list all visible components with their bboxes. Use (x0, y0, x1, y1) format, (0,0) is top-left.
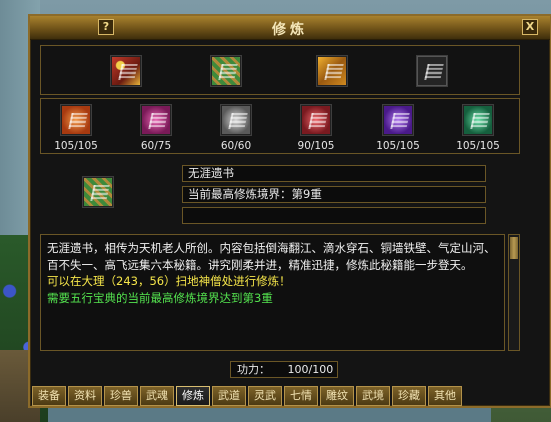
book-count-5: 105/105 (376, 140, 420, 152)
scroll-bundle-icon (83, 177, 113, 207)
top-slot-3[interactable] (316, 55, 348, 87)
martial-book-icon (141, 105, 171, 135)
power-value: 100/100 (287, 363, 334, 376)
book-slot-4[interactable] (300, 104, 332, 136)
martial-book-icon (383, 105, 413, 135)
tab-cultivation[interactable]: 修炼 (176, 386, 210, 406)
book-description: 无涯遗书，相传为天机老人所创。内容包括倒海翻江、滴水穿石、铜墙铁壁、气定山河、百… (40, 234, 505, 351)
book-stack-icon (111, 56, 141, 86)
book-count-6: 105/105 (456, 140, 500, 152)
description-location: 可以在大理（243，56）扫地神僧处进行修炼！ (47, 274, 291, 288)
power-label: 功力： (237, 363, 270, 376)
book-slot-2[interactable] (140, 104, 172, 136)
description-requirement: 需要五行宝典的当前最高修炼境界达到第3重 (47, 290, 273, 305)
bottom-tab-bar: 装备 资料 珍兽 武魂 修炼 武道 灵武 七情 雕纹 武境 珍藏 其他 (32, 386, 462, 406)
tab-other[interactable]: 其他 (428, 386, 462, 406)
tab-equipment[interactable]: 装备 (32, 386, 66, 406)
tab-spirit-weapon[interactable]: 灵武 (248, 386, 282, 406)
book-count-3: 60/60 (220, 140, 252, 152)
tab-martial-path[interactable]: 武道 (212, 386, 246, 406)
martial-book-icon (61, 105, 91, 135)
martial-book-icon (463, 105, 493, 135)
book-slot-5[interactable] (382, 104, 414, 136)
selected-book-name: 无涯遗书 (182, 165, 486, 182)
tab-emotions[interactable]: 七情 (284, 386, 318, 406)
window-title: 修炼 (272, 22, 308, 38)
selected-book-extra (182, 207, 486, 224)
cultivation-window: ? 修炼 X 105/105 60/75 60/60 90/105 105/10… (28, 14, 551, 408)
book-slot-6[interactable] (462, 104, 494, 136)
book-count-2: 60/75 (140, 140, 172, 152)
book-count-4: 90/105 (297, 140, 335, 152)
power-field: 功力： 100/100 (230, 361, 338, 378)
tab-profile[interactable]: 资料 (68, 386, 102, 406)
top-slot-1[interactable] (110, 55, 142, 87)
book-slot-1[interactable] (60, 104, 92, 136)
martial-book-icon (221, 105, 251, 135)
book-slot-3[interactable] (220, 104, 252, 136)
tab-martial-realm[interactable]: 武境 (356, 386, 390, 406)
book-count-1: 105/105 (54, 140, 98, 152)
selected-book-slot[interactable] (82, 176, 114, 208)
tab-pets[interactable]: 珍兽 (104, 386, 138, 406)
scrollbar-thumb[interactable] (510, 237, 518, 259)
top-slot-2[interactable] (210, 55, 242, 87)
tab-collection[interactable]: 珍藏 (392, 386, 426, 406)
close-button[interactable]: X (522, 19, 538, 35)
treasure-box-icon (317, 56, 347, 86)
description-scrollbar[interactable] (508, 234, 520, 351)
scroll-bundle-icon (211, 56, 241, 86)
martial-book-icon (301, 105, 331, 135)
tab-martial-soul[interactable]: 武魂 (140, 386, 174, 406)
empty-slot-icon (417, 56, 447, 86)
window-titlebar[interactable]: ? 修炼 X (30, 16, 550, 40)
selected-book-level: 当前最高修炼境界：第9重 (182, 186, 486, 203)
tab-engraving[interactable]: 雕纹 (320, 386, 354, 406)
top-slot-4[interactable] (416, 55, 448, 87)
description-text: 无涯遗书，相传为天机老人所创。内容包括倒海翻江、滴水穿石、铜墙铁壁、气定山河、百… (47, 241, 496, 272)
